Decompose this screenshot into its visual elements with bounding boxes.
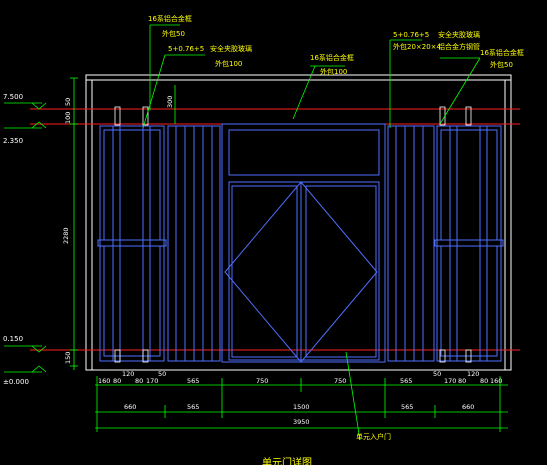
dim-row1: 50 bbox=[433, 370, 441, 378]
annotation-top-right-5-sub: 外包50 bbox=[490, 60, 513, 69]
dim-row1: 120 bbox=[122, 370, 134, 378]
annotation-top-left-2: 5+0.76+5 bbox=[168, 45, 204, 53]
dim-row1: 80 bbox=[135, 377, 143, 385]
drawing-title: 单元门详图 bbox=[262, 456, 312, 465]
glass-panels bbox=[97, 123, 504, 363]
annotation-top-left-1: 16系铝合金框 bbox=[148, 14, 192, 23]
dim-row1: 80 bbox=[113, 377, 121, 385]
annotation-top-right-1: 5+0.76+5 bbox=[393, 31, 429, 39]
dim-total: 3950 bbox=[293, 418, 310, 426]
dim-row2: 565 bbox=[401, 403, 413, 411]
annotation-top-right-5: 16系铝合金框 bbox=[480, 48, 524, 57]
level-second: 2.350 bbox=[3, 137, 23, 145]
dim-row2: 660 bbox=[462, 403, 474, 411]
dim-left-2280: 2280 bbox=[62, 227, 70, 244]
annotation-top-right-2: 安全夹胶玻璃 bbox=[438, 30, 480, 39]
dim-row1: 160 bbox=[490, 377, 502, 385]
dim-row1: 120 bbox=[467, 370, 479, 378]
annotation-top-left-3-sub: 外包100 bbox=[215, 59, 242, 68]
dim-left-300: 300 bbox=[166, 96, 174, 108]
annotation-top-center: 16系铝合金框 bbox=[310, 53, 354, 62]
dim-row1: 170 bbox=[146, 377, 158, 385]
annotation-top-center-sub: 外包100 bbox=[320, 67, 347, 76]
annotation-top-right-4: 铝合金方钢管 bbox=[438, 42, 480, 51]
dim-row1: 750 bbox=[334, 377, 346, 385]
level-ground: ±0.000 bbox=[3, 378, 29, 386]
dim-row1: 565 bbox=[400, 377, 412, 385]
dim-row1: 50 bbox=[158, 370, 166, 378]
dim-left-100: 100 bbox=[64, 112, 72, 124]
dim-row1: 565 bbox=[187, 377, 199, 385]
dim-row2: 660 bbox=[124, 403, 136, 411]
dim-row1: 80 bbox=[458, 377, 466, 385]
level-top: 7.500 bbox=[3, 93, 23, 101]
annotation-door: 单元入户门 bbox=[356, 432, 391, 441]
dim-left-50: 50 bbox=[64, 98, 72, 106]
dim-row1: 750 bbox=[256, 377, 268, 385]
dim-row2: 565 bbox=[187, 403, 199, 411]
level-third: 0.150 bbox=[3, 335, 23, 343]
dim-row1: 170 bbox=[444, 377, 456, 385]
dim-row1: 160 bbox=[98, 377, 110, 385]
dim-row1: 80 bbox=[480, 377, 488, 385]
annotation-top-left-1-sub: 外包50 bbox=[162, 29, 185, 38]
annotation-top-right-3: 外包20×20×4 bbox=[393, 42, 442, 51]
cad-drawing: 16系铝合金框 外包50 5+0.76+5 安全夹胶玻璃 外包100 16系铝合… bbox=[3, 14, 524, 465]
dim-left-150: 150 bbox=[64, 352, 72, 364]
dim-row2: 1500 bbox=[293, 403, 310, 411]
annotation-top-left-3: 安全夹胶玻璃 bbox=[210, 44, 252, 53]
